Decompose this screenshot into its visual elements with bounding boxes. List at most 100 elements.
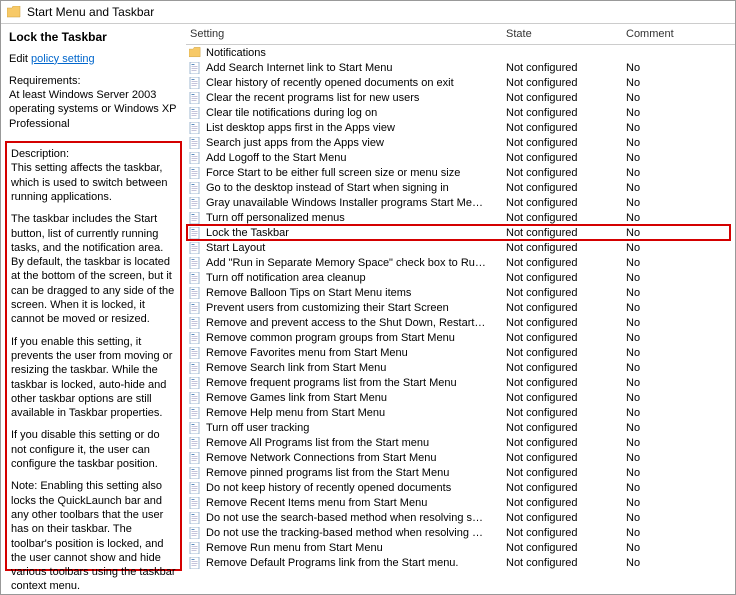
list-item[interactable]: Turn off personalized menusNot configure… xyxy=(186,210,735,225)
list-item[interactable]: Clear tile notifications during log onNo… xyxy=(186,105,735,120)
description-p4: If you disable this setting or do not co… xyxy=(11,428,176,471)
list-item[interactable]: Remove common program groups from Start … xyxy=(186,330,735,345)
item-state: Not configured xyxy=(486,467,606,479)
item-comment: No xyxy=(606,272,706,284)
item-state: Not configured xyxy=(486,482,606,494)
list-item[interactable]: Force Start to be either full screen siz… xyxy=(186,165,735,180)
item-label: Do not keep history of recently opened d… xyxy=(206,482,486,494)
list-item[interactable]: Clear the recent programs list for new u… xyxy=(186,90,735,105)
policy-item-icon xyxy=(188,481,202,495)
policy-item-icon xyxy=(188,316,202,330)
list-item[interactable]: Remove Help menu from Start MenuNot conf… xyxy=(186,405,735,420)
list-item[interactable]: Go to the desktop instead of Start when … xyxy=(186,180,735,195)
column-state[interactable]: State xyxy=(486,28,606,40)
item-label: Add Search Internet link to Start Menu xyxy=(206,62,486,74)
list-item[interactable]: Gray unavailable Windows Installer progr… xyxy=(186,195,735,210)
list-item[interactable]: Clear history of recently opened documen… xyxy=(186,75,735,90)
policy-item-icon xyxy=(188,196,202,210)
list-item[interactable]: Remove Balloon Tips on Start Menu itemsN… xyxy=(186,285,735,300)
item-label: Remove Search link from Start Menu xyxy=(206,362,486,374)
policy-item-icon xyxy=(188,466,202,480)
item-comment: No xyxy=(606,467,706,479)
requirements-block: Requirements: At least Windows Server 20… xyxy=(9,74,178,131)
item-comment: No xyxy=(606,347,706,359)
item-comment: No xyxy=(606,287,706,299)
list-item[interactable]: Add Logoff to the Start MenuNot configur… xyxy=(186,150,735,165)
list-item[interactable]: Lock the TaskbarNot configuredNo xyxy=(186,224,731,241)
item-label: Remove frequent programs list from the S… xyxy=(206,377,486,389)
item-comment: No xyxy=(606,362,706,374)
policy-item-icon xyxy=(188,391,202,405)
column-comment[interactable]: Comment xyxy=(606,28,716,40)
policy-setting-link[interactable]: policy setting xyxy=(31,53,95,65)
item-label: Search just apps from the Apps view xyxy=(206,137,486,149)
list-item[interactable]: Remove Run menu from Start MenuNot confi… xyxy=(186,540,735,555)
item-state: Not configured xyxy=(486,137,606,149)
column-header[interactable]: Setting State Comment xyxy=(186,24,735,45)
right-pane: Setting State Comment NotificationsAdd S… xyxy=(186,24,735,592)
list-item[interactable]: Search just apps from the Apps viewNot c… xyxy=(186,135,735,150)
list-item[interactable]: Add Search Internet link to Start Menu No… xyxy=(186,60,735,75)
list-item[interactable]: Remove Recent Items menu from Start Menu… xyxy=(186,495,735,510)
policy-item-icon xyxy=(188,451,202,465)
edit-label: Edit xyxy=(9,53,28,65)
column-setting[interactable]: Setting xyxy=(186,28,486,40)
item-state: Not configured xyxy=(486,557,606,569)
item-label: Remove Network Connections from Start Me… xyxy=(206,452,486,464)
item-state: Not configured xyxy=(486,287,606,299)
policy-item-icon xyxy=(188,286,202,300)
policy-item-icon xyxy=(188,301,202,315)
list-item[interactable]: Turn off notification area cleanupNot co… xyxy=(186,270,735,285)
item-label: Remove Recent Items menu from Start Menu xyxy=(206,497,486,509)
list-item[interactable]: Turn off user trackingNot configuredNo xyxy=(186,420,735,435)
content: Lock the Taskbar Edit policy setting Req… xyxy=(1,24,735,592)
item-comment: No xyxy=(606,62,706,74)
list-item[interactable]: Remove Games link from Start MenuNot con… xyxy=(186,390,735,405)
title-bar: Start Menu and Taskbar xyxy=(1,1,735,24)
list-item[interactable]: Remove pinned programs list from the Sta… xyxy=(186,465,735,480)
item-label: Remove Run menu from Start Menu xyxy=(206,542,486,554)
item-label: Gray unavailable Windows Installer progr… xyxy=(206,197,486,209)
rows-container: NotificationsAdd Search Internet link to… xyxy=(186,45,735,592)
policy-item-icon xyxy=(188,346,202,360)
item-label: Do not use the search-based method when … xyxy=(206,512,486,524)
folder-icon xyxy=(7,6,21,18)
list-item[interactable]: Remove Network Connections from Start Me… xyxy=(186,450,735,465)
item-state: Not configured xyxy=(486,512,606,524)
policy-item-icon xyxy=(188,211,202,225)
item-label: Remove Default Programs link from the St… xyxy=(206,557,486,569)
list-item[interactable]: Remove All Programs list from the Start … xyxy=(186,435,735,450)
policy-item-icon xyxy=(188,541,202,555)
item-comment: No xyxy=(606,377,706,389)
item-state: Not configured xyxy=(486,347,606,359)
policy-item-icon xyxy=(188,121,202,135)
item-label: Turn off user tracking xyxy=(206,422,486,434)
list-item[interactable]: Prevent users from customizing their Sta… xyxy=(186,300,735,315)
list-item[interactable]: Do not use the tracking-based method whe… xyxy=(186,525,735,540)
list-item[interactable]: Remove Favorites menu from Start MenuNot… xyxy=(186,345,735,360)
list-item[interactable]: Remove Default Programs link from the St… xyxy=(186,555,735,570)
list-item[interactable]: List desktop apps first in the Apps view… xyxy=(186,120,735,135)
item-label: Add Logoff to the Start Menu xyxy=(206,152,486,164)
edit-line: Edit policy setting xyxy=(9,52,178,66)
list-item[interactable]: Notifications xyxy=(186,45,735,60)
list-item[interactable]: Do not keep history of recently opened d… xyxy=(186,480,735,495)
item-comment: No xyxy=(606,557,706,569)
list-item[interactable]: Do not use the search-based method when … xyxy=(186,510,735,525)
list-item[interactable]: Remove and prevent access to the Shut Do… xyxy=(186,315,735,330)
policy-item-icon xyxy=(188,91,202,105)
item-comment: No xyxy=(606,197,706,209)
list-item[interactable]: Add "Run in Separate Memory Space" check… xyxy=(186,255,735,270)
item-label: Remove and prevent access to the Shut Do… xyxy=(206,317,486,329)
item-comment: No xyxy=(606,437,706,449)
policy-item-icon xyxy=(188,511,202,525)
policy-item-icon xyxy=(188,271,202,285)
item-comment: No xyxy=(606,332,706,344)
list-item[interactable]: Remove Search link from Start MenuNot co… xyxy=(186,360,735,375)
policy-item-icon xyxy=(188,496,202,510)
list-item[interactable]: Start LayoutNot configuredNo xyxy=(186,240,735,255)
policy-item-icon xyxy=(188,406,202,420)
list-item[interactable]: Remove frequent programs list from the S… xyxy=(186,375,735,390)
item-state: Not configured xyxy=(486,257,606,269)
item-label: Notifications xyxy=(206,47,486,59)
